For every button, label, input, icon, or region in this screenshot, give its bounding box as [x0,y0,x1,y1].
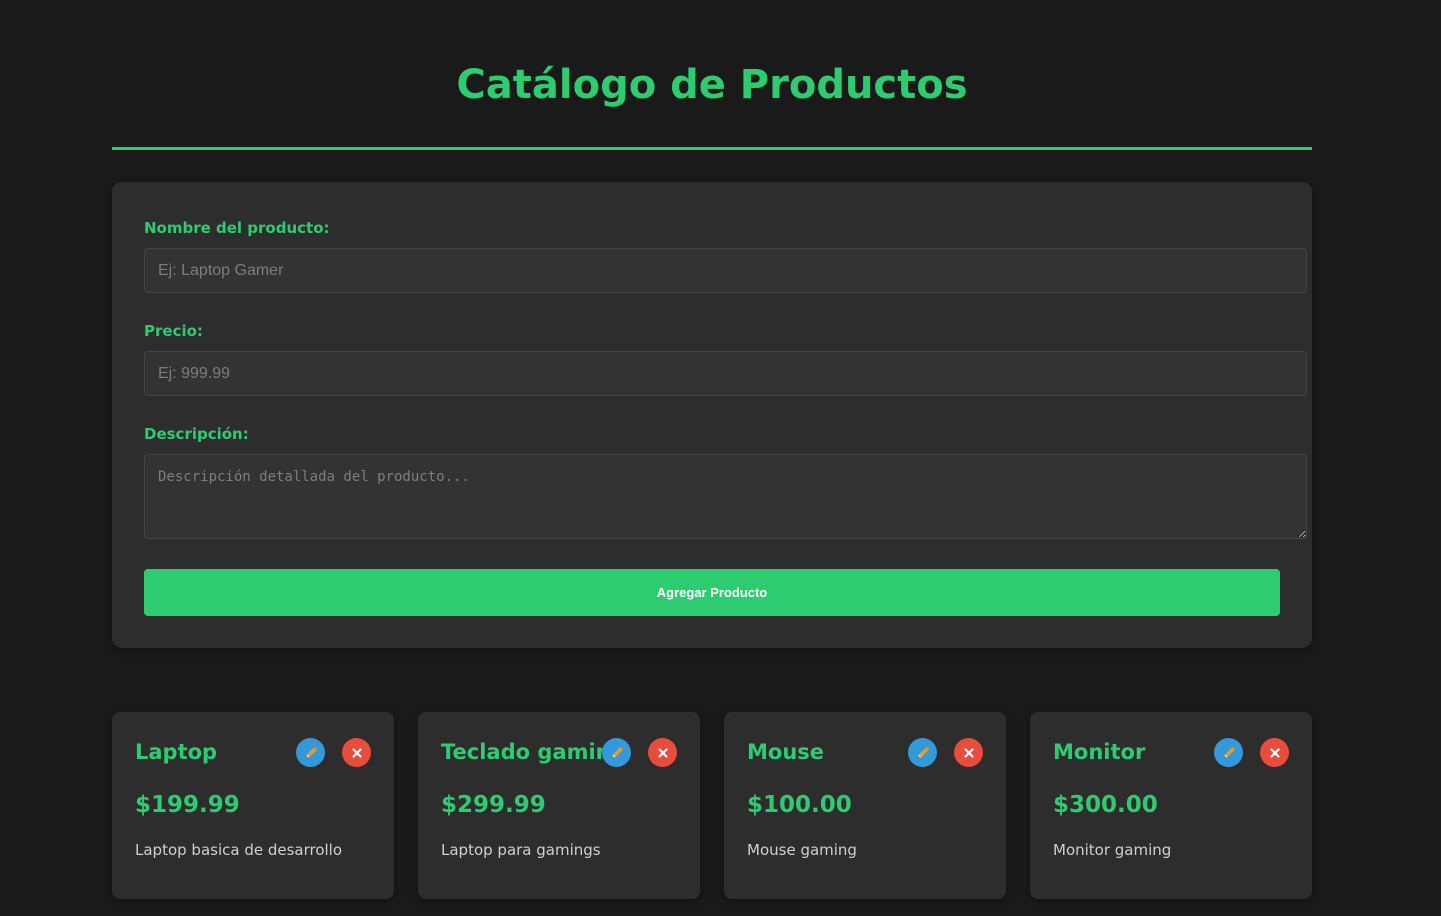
price-label: Precio: [144,322,203,340]
product-name: Laptop [135,740,218,764]
edit-button[interactable] [1214,738,1243,767]
name-input[interactable] [144,248,1307,293]
close-icon [351,747,362,758]
product-price: $299.99 [441,792,546,818]
product-description: Laptop basica de desarrollo [135,841,343,859]
price-input[interactable] [144,351,1307,396]
title-divider [112,147,1312,150]
product-card: Mouse $100.00 Mouse gaming [724,712,1006,899]
product-name: Teclado gaming [441,740,626,764]
add-product-button[interactable]: Agregar Producto [144,569,1280,616]
product-price: $300.00 [1053,792,1158,818]
description-textarea[interactable] [144,454,1307,539]
product-description: Laptop para gamings [441,841,601,859]
product-price: $100.00 [747,792,852,818]
product-card: Laptop $199.99 Laptop basica de desarrol… [112,712,394,899]
pencil-icon [1223,745,1236,758]
delete-button[interactable] [954,738,983,767]
product-card: Teclado gaming $299.99 Laptop para gamin… [418,712,700,899]
edit-button[interactable] [908,738,937,767]
pencil-icon [305,745,318,758]
delete-button[interactable] [342,738,371,767]
product-price: $199.99 [135,792,240,818]
product-form: Nombre del producto: Precio: Descripción… [112,182,1312,648]
name-label: Nombre del producto: [144,219,330,237]
close-icon [1269,747,1280,758]
product-description: Monitor gaming [1053,841,1172,859]
close-icon [963,747,974,758]
edit-button[interactable] [296,738,325,767]
product-name: Mouse [747,740,825,764]
close-icon [657,747,668,758]
pencil-icon [611,745,624,758]
pencil-icon [917,745,930,758]
description-label: Descripción: [144,425,249,443]
page-title: Catálogo de Productos [456,62,968,108]
delete-button[interactable] [648,738,677,767]
edit-button[interactable] [602,738,631,767]
product-description: Mouse gaming [747,841,857,859]
product-name: Monitor [1053,740,1146,764]
delete-button[interactable] [1260,738,1289,767]
product-card: Monitor $300.00 Monitor gaming [1030,712,1312,899]
